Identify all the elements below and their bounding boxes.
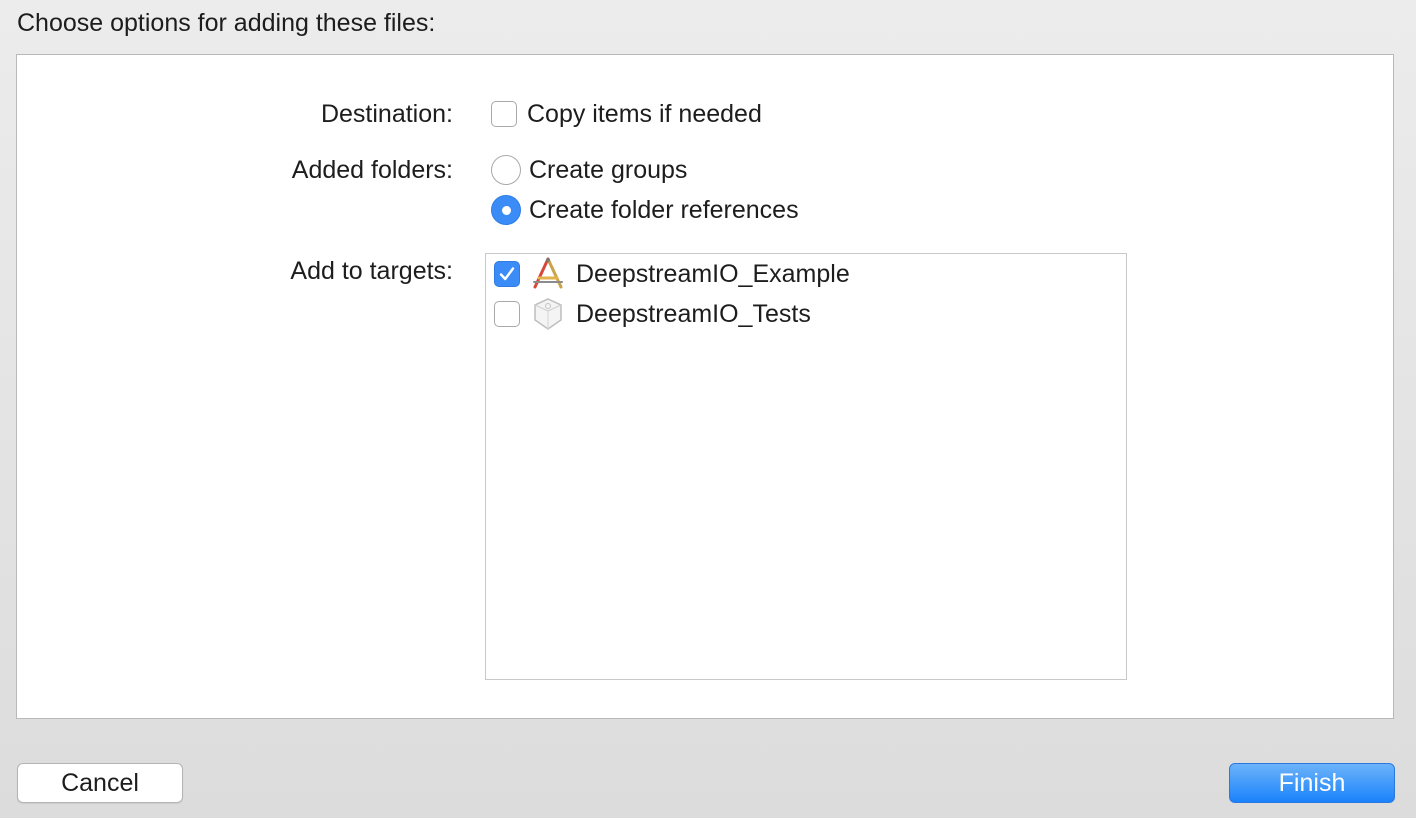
target-example-checkbox[interactable]: [494, 261, 520, 287]
test-bundle-icon: [534, 298, 562, 330]
create-folder-references-radio[interactable]: [491, 195, 521, 225]
target-tests-checkbox[interactable]: [494, 301, 520, 327]
targets-list[interactable]: DeepstreamIO_Example DeepstreamIO_Tests: [485, 253, 1127, 680]
create-groups-label: Create groups: [529, 155, 688, 184]
destination-label: Destination:: [320, 100, 453, 128]
target-row-tests[interactable]: DeepstreamIO_Tests: [494, 296, 811, 332]
checkmark-icon: [499, 267, 515, 281]
copy-items-checkbox[interactable]: [491, 101, 517, 127]
app-target-icon: [533, 257, 563, 289]
options-panel: Destination: Copy items if needed Added …: [16, 54, 1394, 719]
target-row-example[interactable]: DeepstreamIO_Example: [494, 256, 850, 292]
copy-items-label: Copy items if needed: [527, 99, 762, 128]
finish-button[interactable]: Finish: [1229, 763, 1395, 803]
create-folder-references-radio-row[interactable]: Create folder references: [491, 193, 799, 227]
copy-items-checkbox-row[interactable]: Copy items if needed: [491, 97, 762, 131]
dialog-heading: Choose options for adding these files:: [17, 9, 436, 37]
create-groups-radio[interactable]: [491, 155, 521, 185]
cancel-button[interactable]: Cancel: [17, 763, 183, 803]
add-to-targets-label: Add to targets:: [290, 257, 453, 285]
create-groups-radio-row[interactable]: Create groups: [491, 153, 687, 187]
target-example-name: DeepstreamIO_Example: [576, 259, 850, 288]
added-folders-label: Added folders:: [291, 156, 453, 184]
radio-selected-dot: [501, 205, 511, 215]
target-tests-name: DeepstreamIO_Tests: [576, 299, 811, 328]
create-folder-references-label: Create folder references: [529, 195, 799, 224]
